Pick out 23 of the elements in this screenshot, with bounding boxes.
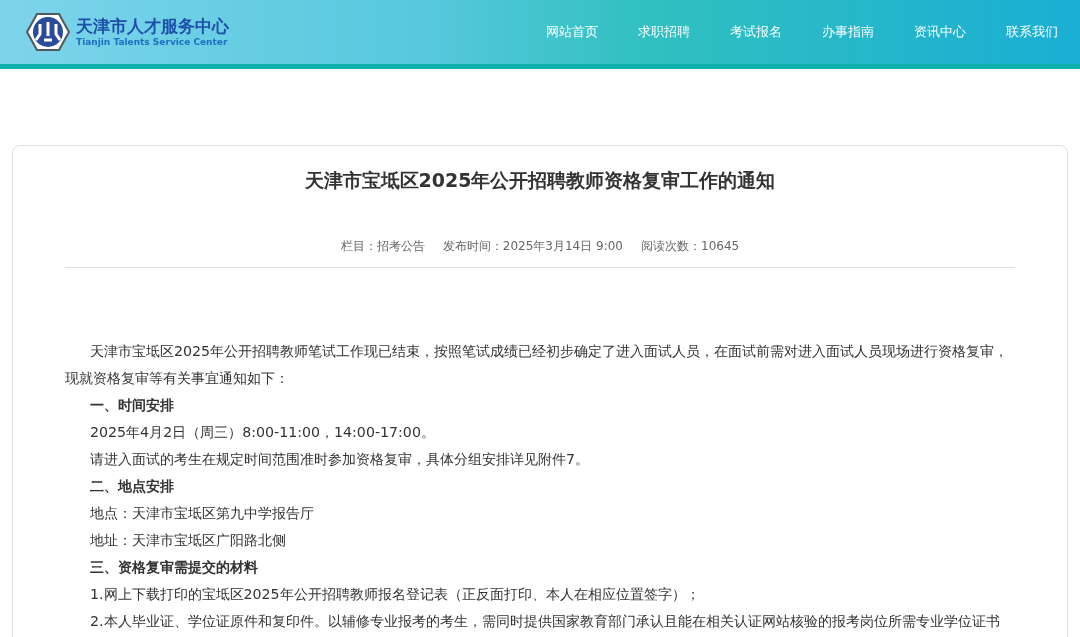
article-paragraph: 二、地点安排	[89, 477, 175, 496]
nav-link[interactable]: 求职招聘	[638, 23, 690, 41]
article-paragraph: 1.网上下载打印的宝坻区2025年公开招聘教师报名登记表（正反面打印、本人在相应位置签字）；	[89, 585, 701, 604]
nav-link[interactable]: 联系我们	[1006, 23, 1058, 41]
article-paragraph: 地址：天津市宝坻区广阳路北侧	[89, 531, 287, 550]
nav-link[interactable]: 考试报名	[730, 23, 782, 41]
article-meta: 发布时间：2025年3月14日 9:00	[442, 238, 623, 255]
article-meta: 阅读次数：10645	[641, 238, 740, 255]
nav-link[interactable]: 网站首页	[546, 23, 598, 41]
nav-link[interactable]: 办事指南	[822, 23, 874, 41]
article-meta: 栏目：招考公告	[340, 238, 425, 255]
logo-title: 天津市人才服务中心	[76, 16, 229, 36]
article-paragraph: 三、资格复审需提交的材料	[89, 558, 259, 577]
nav-link[interactable]: 资讯中心	[914, 23, 966, 41]
article-paragraph: 2025年4月2日（周三）8:00-11:00，14:00-17:00。	[89, 423, 436, 442]
article-paragraph: 地点：天津市宝坻区第九中学报告厅	[89, 504, 315, 523]
article-title: 天津市宝坻区2025年公开招聘教师资格复审工作的通知	[303, 168, 777, 193]
article-paragraph: 2.本人毕业证、学位证原件和复印件。以辅修专业报考的考生，需同时提供国家教育部门承认且能在相关认证网站核验的报考岗位所需专业学位证书	[89, 612, 1001, 631]
article-paragraph: 请进入面试的考生在规定时间范围准时参加资格复审，具体分组安排详见附件7。	[89, 450, 591, 469]
article-paragraph: 一、时间安排	[89, 396, 175, 415]
logo-emblem-icon	[26, 12, 70, 52]
logo-subtitle: Tianjin Talents Service Center	[76, 36, 229, 48]
article-paragraph: 天津市宝坻区2025年公开招聘教师笔试工作现已结束，按照笔试成绩已经初步确定了进入面试人员，在面试前需对进入面试人员现场进行资格复审，现就资格复审等有关事宜通知如下：	[65, 342, 1010, 388]
